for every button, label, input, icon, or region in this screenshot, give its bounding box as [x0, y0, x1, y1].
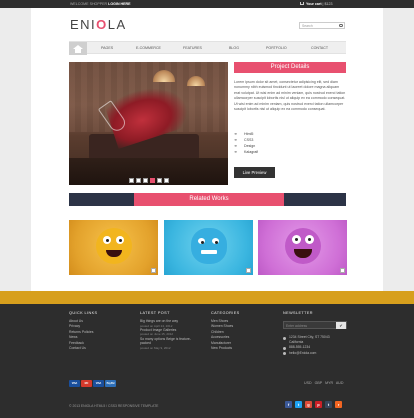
newsletter-email-input[interactable]: Enter address ✔: [283, 321, 347, 329]
arrow-icon: ➜: [234, 132, 238, 136]
paypal-icon: PayPal: [105, 380, 116, 387]
nav-item-blog[interactable]: BLOG: [229, 46, 239, 50]
cart-link[interactable]: Your cart | $123: [300, 2, 332, 6]
project-details-header: Project Details: [234, 62, 346, 73]
facebook-icon[interactable]: f: [285, 401, 292, 408]
nav-item-ecommerce[interactable]: E-COMMERCE: [136, 46, 161, 50]
nav-item-contact[interactable]: CONTACT: [311, 46, 328, 50]
slider-dot-active[interactable]: [150, 178, 155, 183]
live-preview-button[interactable]: Live Preview: [234, 167, 275, 178]
search-icon[interactable]: [339, 24, 343, 28]
project-image-slider[interactable]: [69, 62, 228, 185]
login-link[interactable]: LOGIN HERE: [108, 2, 130, 6]
expand-icon[interactable]: [246, 268, 251, 273]
slider-dot[interactable]: [143, 178, 148, 183]
footer-accent-stripe: [0, 291, 414, 304]
newsletter-submit-button[interactable]: ✔: [336, 322, 346, 329]
footer-latest-post: LATEST POST Big things are on the way po…: [140, 311, 196, 350]
rss-icon[interactable]: r: [335, 401, 342, 408]
expand-icon[interactable]: [151, 268, 156, 273]
feature-list: ➜ Html5 ➜ CSS3 ➜ Design ➜ Kalagrafi: [234, 132, 258, 156]
location-icon: [283, 336, 286, 340]
related-works-header: Related Works: [134, 193, 284, 206]
copyright-text: © 2013 ENIOLA HTML5 / CSS3 RESPONSIVE TE…: [69, 404, 159, 408]
project-description: Lorem ipsum dolor sit amet, consectetur …: [234, 80, 346, 112]
mastercard-icon: MC: [81, 380, 92, 387]
nav-home-button[interactable]: [69, 42, 87, 55]
welcome-text: WELCOME SHOPPER LOGIN HERE: [70, 1, 131, 6]
main-nav: PAGES E-COMMERCE FEATURES BLOG PORTFOLIO…: [69, 41, 346, 55]
email-link[interactable]: hello@Eniola.com: [283, 351, 330, 356]
search-placeholder: Search: [302, 24, 313, 29]
footer-contact: 1234 Street City, ST 75043 California 88…: [283, 335, 330, 356]
tumblr-icon[interactable]: t: [325, 401, 332, 408]
cart-icon: [300, 1, 304, 6]
yellow-monster-image: [96, 228, 132, 264]
arrow-icon: ➜: [234, 144, 238, 148]
site-logo[interactable]: ENIOLA: [70, 17, 127, 32]
nav-item-portfolio[interactable]: PORTFOLIO: [266, 46, 287, 50]
site-footer: [0, 304, 414, 418]
currency-selector[interactable]: USD GBP MYR AUD: [304, 381, 343, 385]
related-work-card[interactable]: [164, 220, 253, 275]
related-work-card[interactable]: [258, 220, 347, 275]
footer-categories: CATEGORIES Men Shoes Women Shoes Childre…: [211, 311, 240, 351]
nav-item-pages[interactable]: PAGES: [101, 46, 113, 50]
twitter-icon[interactable]: t: [295, 401, 302, 408]
visa-card-icon: VISA: [69, 380, 80, 387]
top-bar: WELCOME SHOPPER LOGIN HERE Your cart | $…: [0, 0, 414, 8]
pinterest-icon[interactable]: p: [315, 401, 322, 408]
post-date: posted on May 9, 2012: [140, 345, 171, 350]
expand-icon[interactable]: [340, 268, 345, 273]
related-work-card[interactable]: [69, 220, 158, 275]
slider-dot[interactable]: [129, 178, 134, 183]
search-input[interactable]: Search: [299, 22, 345, 29]
phone-icon: [283, 346, 286, 350]
arrow-icon: ➜: [234, 150, 238, 154]
slider-dot[interactable]: [157, 178, 162, 183]
email-icon: [283, 352, 286, 356]
visa-card-icon: VISA: [93, 380, 104, 387]
blue-monster-image: [191, 228, 227, 264]
footer-newsletter: NEWSLETTER: [283, 311, 313, 315]
slider-dot[interactable]: [164, 178, 169, 183]
category-link[interactable]: New Products: [211, 346, 240, 351]
footer-link[interactable]: Contact Us: [69, 346, 97, 351]
list-item: ➜ Kalagrafi: [234, 150, 259, 154]
arrow-icon: ➜: [234, 138, 238, 142]
footer-quick-links: QUICK LINKS About Us Privacy Returns Pol…: [69, 311, 98, 351]
google-plus-icon[interactable]: g: [305, 401, 312, 408]
pink-monster-image: [285, 228, 321, 264]
post-link[interactable]: So many options Beige is feature-packed: [140, 337, 196, 346]
slider-dot[interactable]: [136, 178, 141, 183]
nav-item-features[interactable]: FEATURES: [183, 46, 202, 50]
